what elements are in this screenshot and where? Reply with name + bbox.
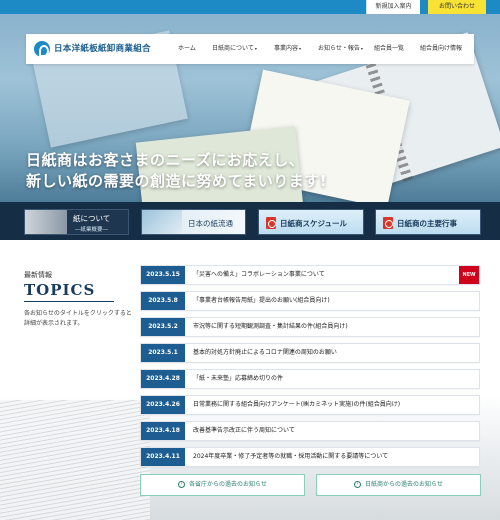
- chevron-down-icon: ▾: [360, 46, 363, 51]
- topic-title[interactable]: 市況等に関する短期観測調査・集計結果の件(組合員向け): [193, 318, 348, 336]
- nav-about[interactable]: 日紙商について▾: [212, 34, 257, 64]
- topic-title[interactable]: 基本的対処方針廃止によるコロナ関連の周知のお願い: [193, 344, 337, 362]
- banner-title: 日紙商スケジュール: [280, 219, 347, 228]
- banner-thumbnail: [25, 210, 67, 234]
- contact-button[interactable]: お問い合わせ: [428, 0, 486, 14]
- banner-schedule[interactable]: 日紙商スケジュール: [258, 209, 364, 235]
- topics-section: 最新情報 TOPICS 各お知らせのタイトルをクリックすると詳細が表示されます。…: [0, 240, 500, 520]
- chevron-down-icon: ▾: [254, 46, 257, 51]
- topic-item[interactable]: 2023.4.26 日常業務に関する組合員向けアンケート(㈱カミネット実施)の件…: [140, 395, 480, 415]
- banner-title: 紙について: [73, 214, 111, 223]
- topic-item[interactable]: 2023.5.1 基本的対処方針廃止によるコロナ関連の周知のお願い: [140, 343, 480, 363]
- banner-subtitle: ―紙業概要―: [75, 227, 109, 233]
- banner-main-events[interactable]: 日紙商の主要行事: [375, 209, 481, 235]
- section-title: TOPICS: [24, 281, 96, 299]
- topic-item[interactable]: 2023.5.2 市況等に関する短期観測調査・集計結果の件(組合員向け): [140, 317, 480, 337]
- paper-stack-decoration: [0, 400, 150, 520]
- logo-text[interactable]: 日本洋紙板紙卸商業組合: [54, 42, 151, 54]
- pdf-icon: [383, 217, 393, 229]
- topic-date: 2023.4.28: [141, 370, 185, 388]
- new-member-guide-button[interactable]: 新規加入案内: [366, 0, 420, 14]
- banner-about-paper[interactable]: 紙について ―紙業概要―: [24, 209, 129, 235]
- banner-title: 日紙商の主要行事: [397, 219, 457, 228]
- section-divider: [24, 301, 114, 302]
- site-header: 日本洋紙板紙卸商業組合 ホーム 日紙商について▾ 事業内容▾ お知らせ・報告▾ …: [26, 34, 474, 64]
- topic-title[interactable]: 「紙・未来塾」応募締め切りの件: [193, 370, 283, 388]
- topic-item[interactable]: 2023.4.28 「紙・未来塾」応募締め切りの件: [140, 369, 480, 389]
- banner-paper-distribution[interactable]: 日本の紙流通: [141, 209, 246, 235]
- hero: 日本洋紙板紙卸商業組合 ホーム 日紙商について▾ 事業内容▾ お知らせ・報告▾ …: [0, 14, 500, 202]
- nav-business[interactable]: 事業内容▾: [274, 34, 301, 64]
- topic-date: 2023.5.15: [141, 266, 185, 284]
- topic-title[interactable]: 2024年度卒業・修了予定者等の就職・採用活動に関する要請等について: [193, 448, 388, 466]
- section-description: 各お知らせのタイトルをクリックすると詳細が表示されます。: [24, 310, 132, 327]
- topic-date: 2023.4.11: [141, 448, 185, 466]
- logo-icon[interactable]: [34, 41, 50, 57]
- new-badge: NEW: [459, 266, 479, 284]
- chevron-right-icon: ›: [178, 481, 186, 488]
- topic-item[interactable]: 2023.5.15 「災害への備え」コラボレーション事業について NEW: [140, 265, 480, 285]
- topic-date: 2023.5.1: [141, 344, 185, 362]
- button-label: 日紙商からの過去のお知らせ: [365, 481, 443, 488]
- topic-item[interactable]: 2023.5.8 「事業者台帳報告用紙」提出のお願い(組合員向け): [140, 291, 480, 311]
- utility-bar: 新規加入案内 お問い合わせ: [0, 0, 500, 14]
- hero-line-1: 日紙商はお客さまのニーズにお応えし、: [26, 151, 305, 169]
- hero-catchcopy: 日紙商はお客さまのニーズにお応えし、 新しい紙の需要の創造に努めてまいります!: [26, 150, 327, 192]
- chevron-right-icon: ›: [354, 481, 362, 488]
- chevron-down-icon: ▾: [299, 46, 302, 51]
- past-association-news-button[interactable]: › 日紙商からの過去のお知らせ: [316, 474, 481, 496]
- nav-member-list[interactable]: 組合員一覧: [374, 34, 404, 64]
- hero-line-2: 新しい紙の需要の創造に努めてまいります!: [26, 172, 328, 190]
- past-ministry-news-button[interactable]: › 各省庁からの過去のお知らせ: [140, 474, 305, 496]
- topic-date: 2023.4.18: [141, 422, 185, 440]
- topic-title[interactable]: 「災害への備え」コラボレーション事業について: [193, 266, 325, 284]
- nav-home[interactable]: ホーム: [178, 34, 196, 64]
- banner-strip: 紙について ―紙業概要― 日本の紙流通 日紙商スケジュール 日紙商の主要行事: [0, 202, 500, 240]
- topic-date: 2023.5.2: [141, 318, 185, 336]
- topic-title[interactable]: 改善基準告示改正に伴う周知について: [193, 422, 295, 440]
- button-label: 各省庁からの過去のお知らせ: [189, 481, 267, 488]
- pdf-icon: [266, 217, 276, 229]
- banner-title: 日本の紙流通: [188, 219, 233, 228]
- nav-news[interactable]: お知らせ・報告▾: [318, 34, 363, 64]
- nav-member-info[interactable]: 組合員向け情報: [420, 34, 462, 64]
- banner-thumbnail: [142, 210, 182, 234]
- topic-date: 2023.4.26: [141, 396, 185, 414]
- topics-list: 2023.5.15 「災害への備え」コラボレーション事業について NEW 202…: [140, 265, 480, 473]
- topic-date: 2023.5.8: [141, 292, 185, 310]
- section-label: 最新情報: [24, 271, 52, 279]
- topic-item[interactable]: 2023.4.11 2024年度卒業・修了予定者等の就職・採用活動に関する要請等…: [140, 447, 480, 467]
- topic-item[interactable]: 2023.4.18 改善基準告示改正に伴う周知について: [140, 421, 480, 441]
- topic-title[interactable]: 日常業務に関する組合員向けアンケート(㈱カミネット実施)の件(組合員向け): [193, 396, 400, 414]
- topic-title[interactable]: 「事業者台帳報告用紙」提出のお願い(組合員向け): [193, 292, 330, 310]
